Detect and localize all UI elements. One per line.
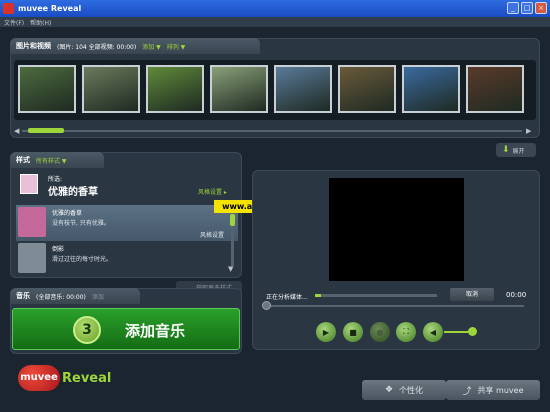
- selected-style-icon: [20, 174, 38, 194]
- menu-file[interactable]: 文件(F): [4, 18, 24, 27]
- analysis-progress-track: [315, 294, 437, 297]
- music-add-button[interactable]: 添加: [92, 292, 104, 301]
- styles-filter[interactable]: 所有样式 ▼: [36, 156, 67, 165]
- styles-title: 样式: [16, 156, 30, 164]
- title-bar: muvee Reveal _ □ ×: [0, 0, 550, 17]
- music-title: 音乐: [16, 292, 30, 300]
- style-icon-reflection: [18, 243, 46, 273]
- media-thumbnail[interactable]: [274, 65, 332, 113]
- media-thumbnail[interactable]: [338, 65, 396, 113]
- style-icon-elegant: [18, 207, 46, 237]
- style-item-settings[interactable]: 风格设置: [200, 230, 224, 239]
- personalize-label: 个性化: [399, 385, 424, 395]
- scroll-down-icon[interactable]: ▼: [228, 265, 233, 273]
- muvee-logo-badge: muvee: [18, 365, 60, 391]
- scroll-right-icon[interactable]: ▶: [526, 127, 531, 135]
- seek-track[interactable]: [266, 305, 524, 307]
- stop-button[interactable]: ■: [343, 322, 363, 342]
- media-sort-button[interactable]: 排列 ▼: [167, 42, 186, 51]
- style-item-reflection[interactable]: 倒影 滑过过往的每寸时光。: [16, 241, 238, 277]
- save-icon: ●: [376, 327, 384, 337]
- media-tab-header: 图片和视频 (图片: 104 全部视频: 00:00) 添加 ▼ 排列 ▼: [10, 38, 260, 54]
- play-button[interactable]: ▶: [316, 322, 336, 342]
- cancel-label: 取消: [465, 291, 478, 298]
- media-info: (图片: 104 全部视频: 00:00): [57, 43, 137, 51]
- media-thumbnail[interactable]: [466, 65, 524, 113]
- play-icon: ▶: [322, 327, 330, 337]
- style-item-elegant[interactable]: 优雅的香草 没有枝节, 只有优雅。 风格设置: [16, 205, 238, 241]
- media-thumbnail[interactable]: [82, 65, 140, 113]
- volume-handle[interactable]: [468, 327, 477, 336]
- media-thumbnail[interactable]: [402, 65, 460, 113]
- fullscreen-icon: ⛶: [403, 327, 409, 336]
- selected-prefix: 所选:: [48, 176, 63, 183]
- volume-button[interactable]: ◀: [423, 322, 443, 342]
- expand-button[interactable]: ⬇ 展开: [496, 143, 536, 157]
- selected-style-name: 优雅的香草: [48, 187, 98, 198]
- stop-icon: ■: [349, 327, 357, 337]
- add-music-label: 添加音乐: [125, 322, 186, 340]
- expand-label: 展开: [512, 147, 525, 155]
- seek-handle[interactable]: [262, 301, 271, 310]
- muvee-reveal-logo: muvee Reveal: [18, 363, 114, 395]
- media-thumbnail[interactable]: [210, 65, 268, 113]
- volume-icon: ◀: [429, 327, 437, 337]
- analysis-progress-fill: [315, 294, 321, 297]
- media-add-button[interactable]: 添加 ▼: [142, 42, 161, 51]
- app-icon: [3, 3, 14, 14]
- style-name-elegant: 优雅的香草: [52, 210, 83, 217]
- add-music-button[interactable]: 3 添加音乐: [12, 308, 240, 350]
- analyzing-status: 正在分析媒体...: [266, 294, 308, 301]
- media-thumbnail[interactable]: [18, 65, 76, 113]
- close-button[interactable]: ×: [535, 2, 547, 14]
- maximize-button[interactable]: □: [521, 2, 533, 14]
- minimize-button[interactable]: _: [507, 2, 519, 14]
- selected-style: 所选: 优雅的香草 风格设置 ▸: [14, 172, 238, 200]
- media-scroll-thumb[interactable]: [28, 128, 64, 133]
- cancel-button[interactable]: 取消: [450, 288, 494, 301]
- styles-scroll-thumb[interactable]: [230, 214, 235, 226]
- share-icon: ⤴: [462, 386, 472, 397]
- window-title: muvee Reveal: [18, 4, 82, 13]
- style-settings-link[interactable]: 风格设置 ▸: [198, 187, 227, 196]
- media-title: 图片和视频: [16, 42, 51, 50]
- music-info: (全部音乐: 00:00): [36, 293, 86, 301]
- media-scroll-track[interactable]: [22, 130, 522, 132]
- personalize-button[interactable]: ❖ 个性化: [362, 380, 446, 400]
- personalize-icon: ❖: [384, 385, 394, 395]
- save-video-button[interactable]: ●: [370, 322, 390, 342]
- scroll-left-icon[interactable]: ◀: [14, 127, 19, 135]
- video-preview[interactable]: [329, 178, 464, 281]
- style-desc-elegant: 没有枝节, 只有优雅。: [52, 220, 110, 227]
- menu-bar: 文件(F) 帮助(H): [0, 17, 550, 27]
- style-desc-reflection: 滑过过往的每寸时光。: [52, 256, 113, 263]
- share-label: 共享 muvee: [477, 385, 524, 395]
- music-tab-header: 音乐 (全部音乐: 00:00) 添加: [10, 288, 140, 304]
- step-number: 3: [73, 316, 101, 344]
- media-thumbnail[interactable]: [146, 65, 204, 113]
- menu-help[interactable]: 帮助(H): [30, 18, 51, 27]
- fullscreen-button[interactable]: ⛶: [396, 322, 416, 342]
- share-button[interactable]: ⤴ 共享 muvee: [446, 380, 540, 400]
- playback-time: 00:00: [506, 291, 527, 299]
- styles-tab-header: 样式 所有样式 ▼: [10, 152, 104, 168]
- style-name-reflection: 倒影: [52, 246, 65, 253]
- arrow-down-icon: ⬇: [502, 145, 510, 155]
- reveal-logo-text: Reveal: [62, 371, 112, 386]
